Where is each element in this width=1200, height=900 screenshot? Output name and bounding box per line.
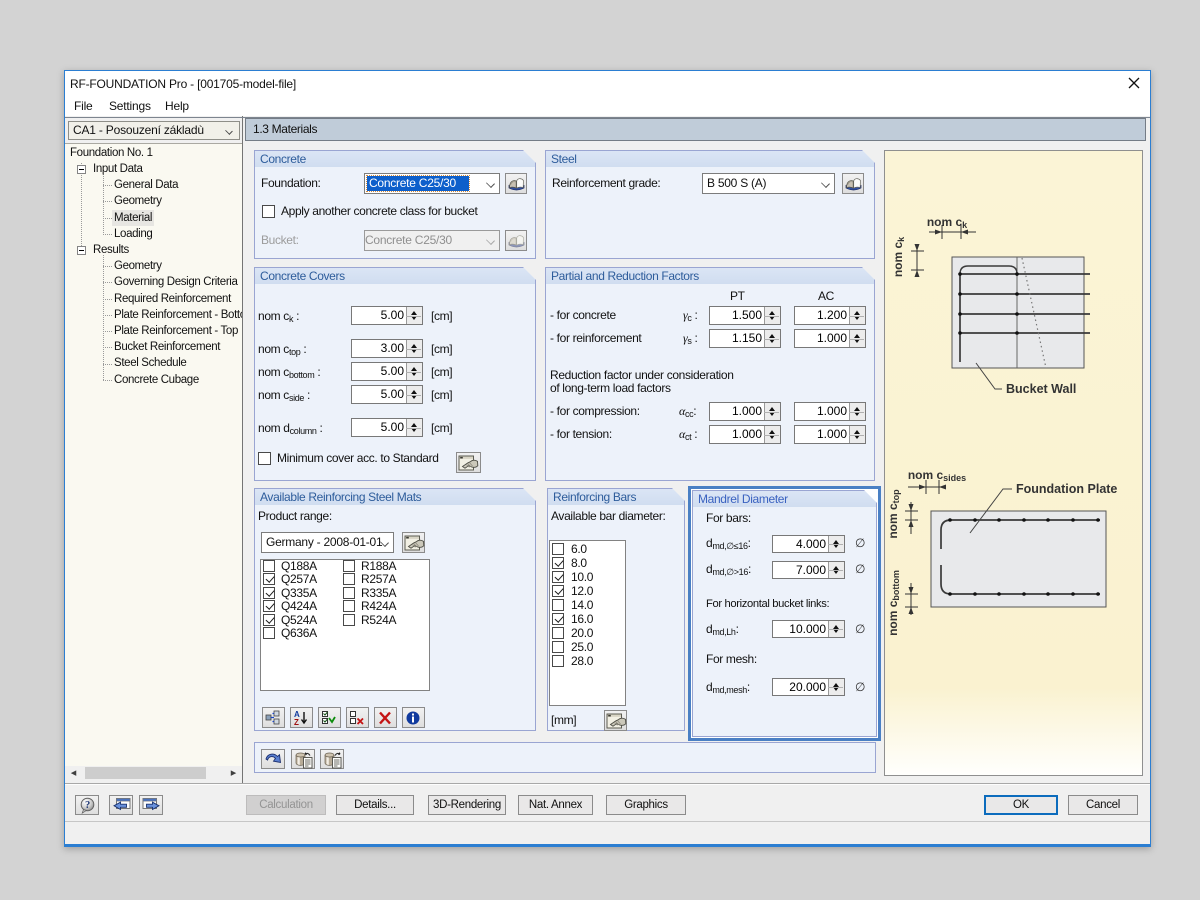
svg-text:Z: Z [294,718,299,726]
svg-text:nom ck: nom ck [891,236,906,277]
svg-text:Bucket Wall: Bucket Wall [1006,382,1076,396]
svg-text:Foundation Plate: Foundation Plate [1016,482,1117,496]
svg-text:?: ? [85,800,90,811]
svg-text:nom ck: nom ck [927,215,968,230]
